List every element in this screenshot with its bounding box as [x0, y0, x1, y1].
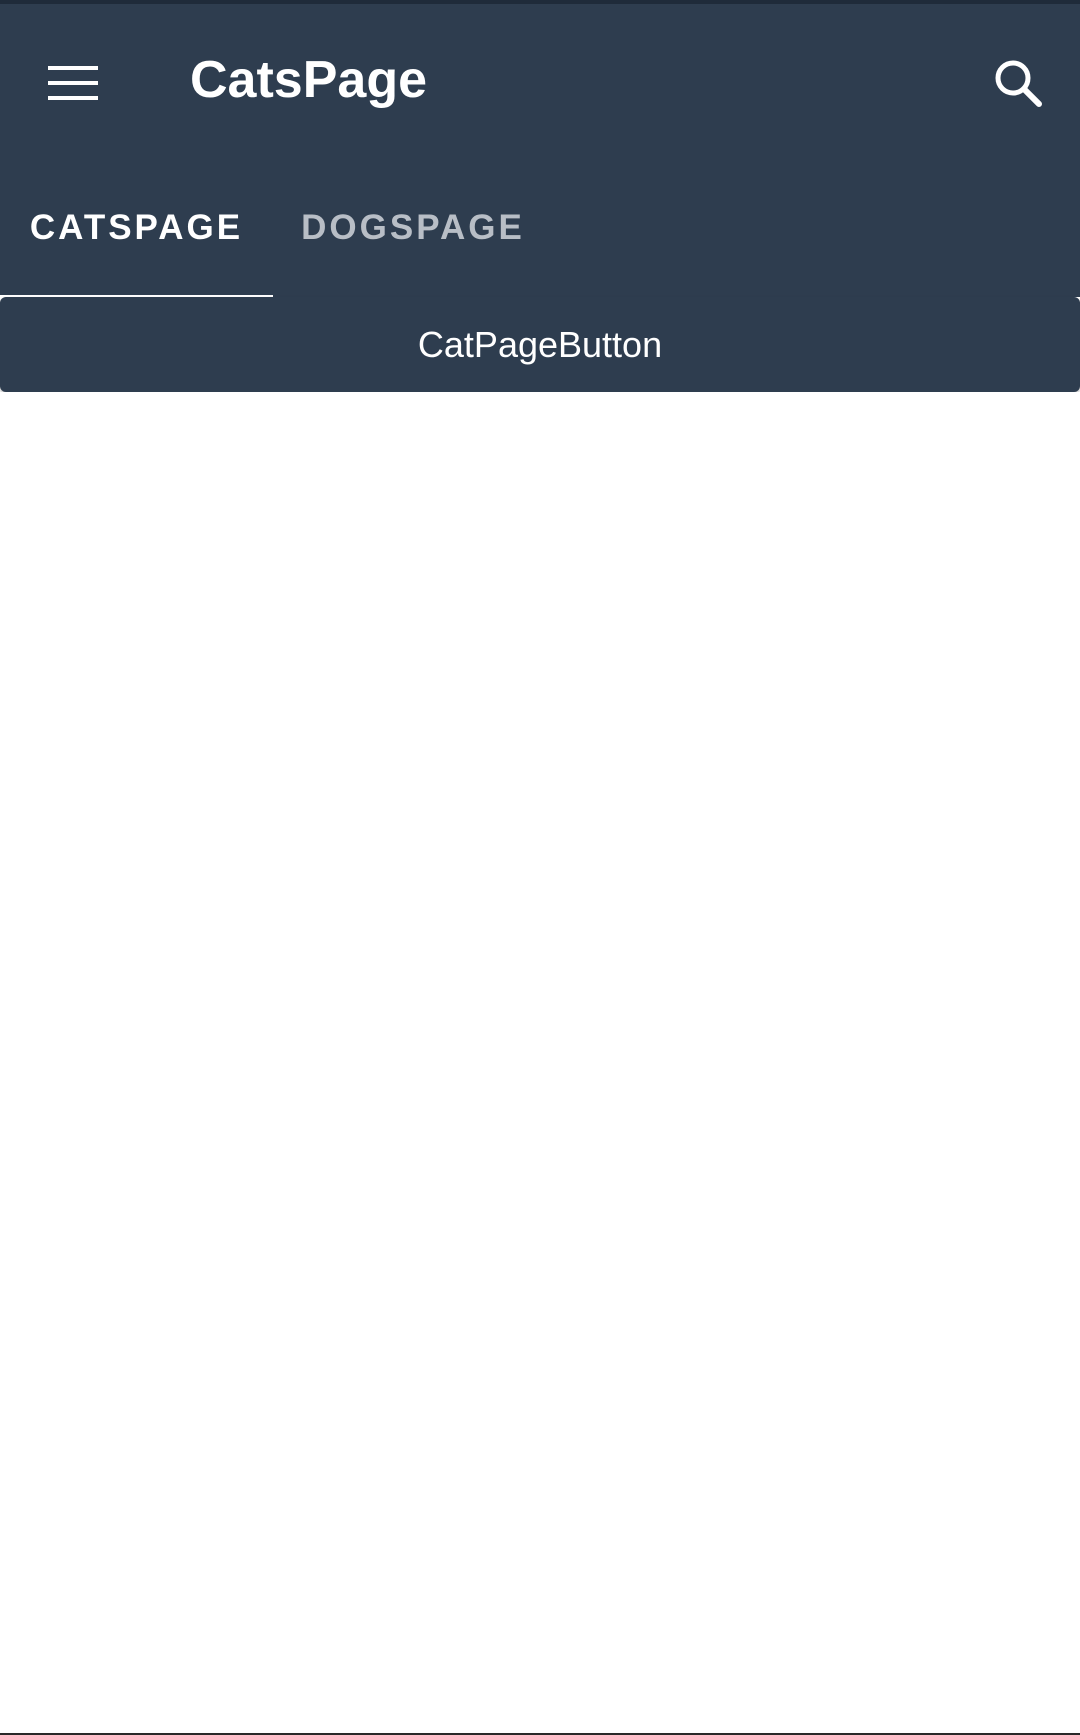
- search-icon: [995, 60, 1042, 107]
- tab-bar: CATSPAGE DOGSPAGE: [0, 182, 1080, 301]
- page-content: [0, 392, 1080, 1735]
- page-title: CatsPage: [190, 51, 427, 109]
- toolbar: CatsPage: [0, 4, 1080, 156]
- hamburger-menu-icon: [48, 66, 98, 100]
- search-button[interactable]: [975, 40, 1061, 126]
- tab-catspage[interactable]: CATSPAGE: [0, 182, 273, 301]
- menu-button[interactable]: [30, 40, 116, 126]
- cat-page-button[interactable]: CatPageButton: [0, 297, 1080, 392]
- tab-dogspage[interactable]: DOGSPAGE: [273, 182, 553, 301]
- app-bar: CatsPage CATSPAGE DOGSPAGE: [0, 0, 1080, 301]
